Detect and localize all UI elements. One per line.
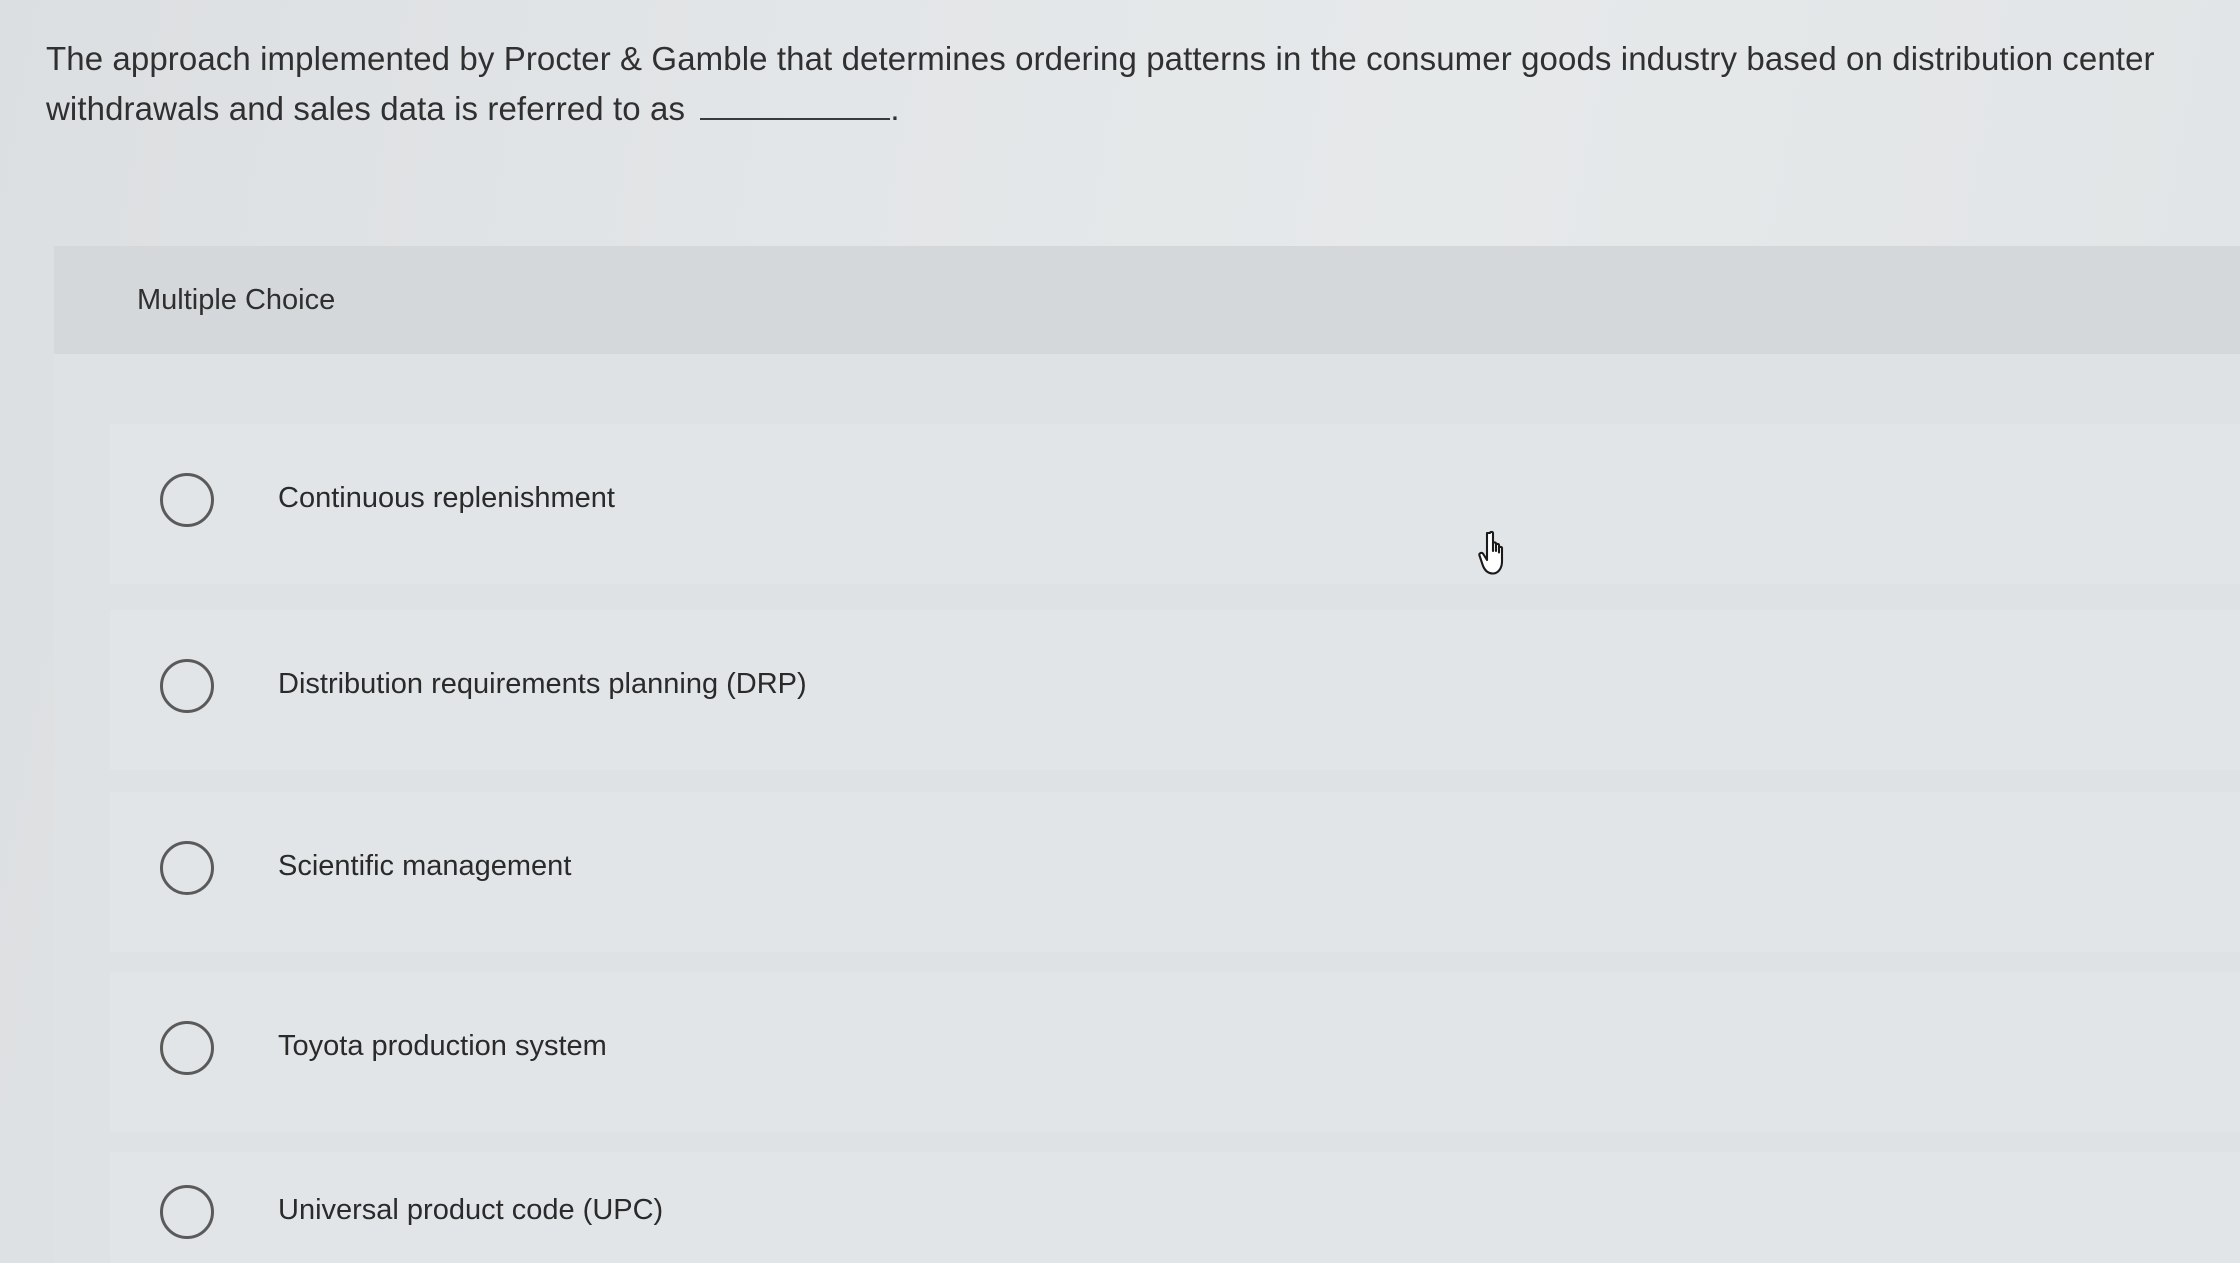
option-label: Universal product code (UPC): [278, 1194, 664, 1226]
option-label: Scientific management: [278, 850, 572, 882]
option-label: Toyota production system: [278, 1030, 607, 1062]
radio-unselected-icon[interactable]: [160, 659, 214, 713]
radio-unselected-icon[interactable]: [160, 841, 214, 895]
option-scientific-management[interactable]: Scientific management: [110, 792, 2240, 952]
option-continuous-replenishment[interactable]: Continuous replenishment: [110, 424, 2240, 584]
answer-options-list: Continuous replenishment Distribution re…: [54, 354, 2240, 1263]
radio-unselected-icon[interactable]: [160, 1185, 214, 1239]
question-end-punctuation: .: [890, 90, 900, 127]
option-label: Continuous replenishment: [278, 482, 615, 514]
option-label: Distribution requirements planning (DRP): [278, 668, 807, 700]
option-toyota-production-system[interactable]: Toyota production system: [110, 972, 2240, 1132]
answer-blank: [700, 92, 891, 120]
hand-pointer-icon: [1478, 530, 1504, 575]
multiple-choice-label: Multiple Choice: [137, 284, 336, 316]
radio-unselected-icon[interactable]: [160, 1021, 214, 1075]
multiple-choice-header: Multiple Choice: [54, 246, 2240, 354]
radio-unselected-icon[interactable]: [160, 473, 214, 527]
question-text: The approach implemented by Procter & Ga…: [46, 40, 2155, 127]
option-distribution-requirements-planning[interactable]: Distribution requirements planning (DRP): [110, 610, 2240, 770]
option-universal-product-code[interactable]: Universal product code (UPC): [110, 1152, 2240, 1263]
question-prompt: The approach implemented by Procter & Ga…: [46, 34, 2216, 134]
